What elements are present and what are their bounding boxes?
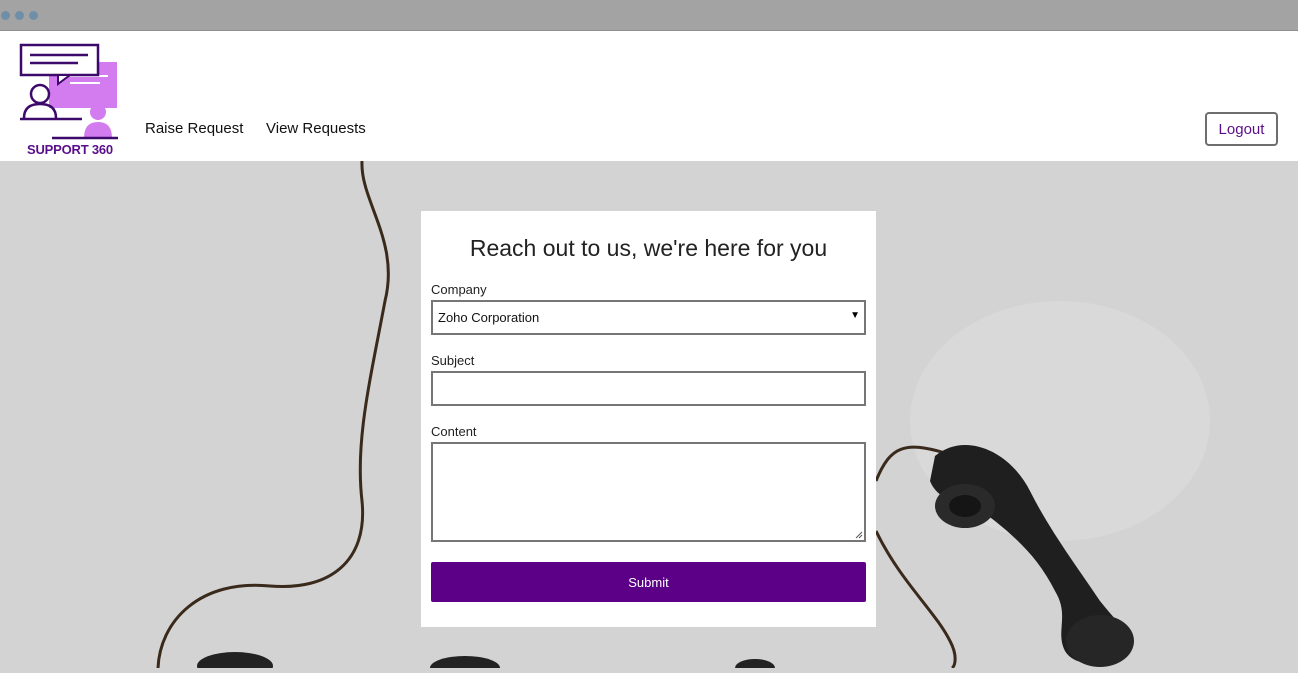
subject-label: Subject	[431, 353, 475, 368]
window-minimize-icon[interactable]	[15, 11, 24, 20]
window-titlebar	[0, 0, 1298, 31]
content-label: Content	[431, 424, 477, 439]
chat-support-logo-icon	[19, 43, 118, 140]
form-title: Reach out to us, we're here for you	[469, 235, 828, 261]
submit-button[interactable]: Submit	[431, 562, 866, 602]
dropdown-arrow-icon: ▼	[850, 310, 860, 321]
company-label: Company	[431, 282, 487, 297]
company-selected-value: Zoho Corporation	[438, 310, 540, 325]
logout-button[interactable]: Logout	[1205, 112, 1278, 146]
top-navbar: SUPPORT 360 Raise Request View Requests …	[0, 31, 1298, 161]
brand-logo[interactable]: SUPPORT 360	[18, 42, 122, 162]
company-select[interactable]: Zoho Corporation ▼	[431, 300, 866, 335]
window-maximize-icon[interactable]	[29, 11, 38, 20]
nav-raise-request[interactable]: Raise Request	[145, 120, 243, 137]
resize-grip-icon[interactable]	[855, 531, 863, 539]
nav-view-requests[interactable]: View Requests	[266, 120, 366, 137]
subject-input[interactable]	[431, 371, 866, 406]
request-form-card: Reach out to us, we're here for you Comp…	[421, 211, 876, 627]
window-close-icon[interactable]	[1, 11, 10, 20]
content-field-wrapper	[431, 442, 866, 542]
content-textarea[interactable]	[431, 442, 866, 542]
brand-logo-text: SUPPORT 360	[27, 142, 113, 157]
